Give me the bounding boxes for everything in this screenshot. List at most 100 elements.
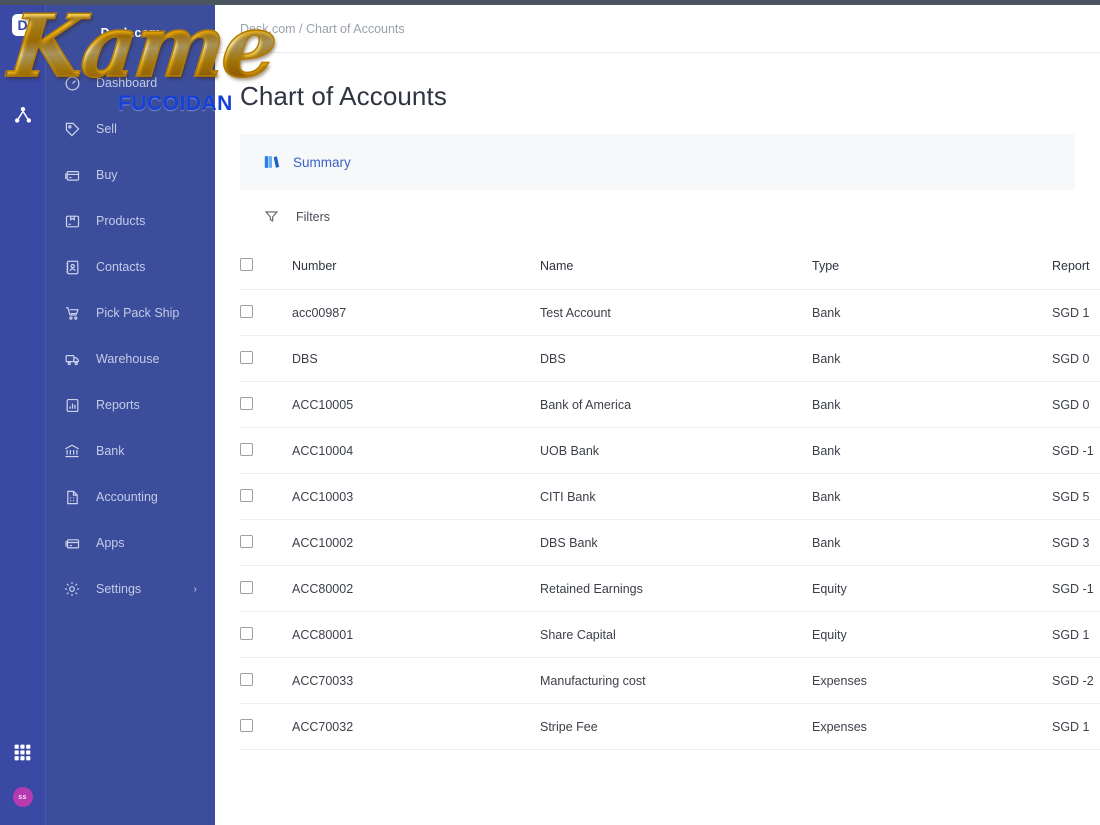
row-select-cell <box>240 289 292 336</box>
sidebar-item-buy[interactable]: Buy <box>46 152 215 198</box>
table-row[interactable]: ACC10005 Bank of America Bank SGD 0 <box>240 381 1100 428</box>
row-select-cell <box>240 519 292 566</box>
sidebar-item-sell[interactable]: Sell <box>46 106 215 152</box>
cell-type: Equity <box>812 611 1052 658</box>
table-row[interactable]: ACC10002 DBS Bank Bank SGD 3 <box>240 519 1100 566</box>
contacts-book-icon <box>61 256 83 278</box>
select-all-cell <box>240 243 292 290</box>
breadcrumb[interactable]: Desk.com / Chart of Accounts <box>240 22 405 36</box>
cell-type: Expenses <box>812 703 1052 750</box>
sidebar-item-label: Contacts <box>96 259 146 274</box>
funnel-icon[interactable] <box>262 208 280 226</box>
sidebar-item-dashboard[interactable]: Dashboard <box>46 60 215 106</box>
sidebar-item-label: Accounting <box>96 489 158 504</box>
row-checkbox[interactable] <box>240 626 253 640</box>
sidebar-item-label: Bank <box>96 443 125 458</box>
apps-icon <box>61 532 83 554</box>
cell-type: Bank <box>812 427 1052 474</box>
sidebar-item-warehouse[interactable]: Warehouse <box>46 336 215 382</box>
cell-report: SGD 0 <box>1052 335 1100 382</box>
cell-number: ACC10005 <box>292 381 540 428</box>
sidebar-item-products[interactable]: Products <box>46 198 215 244</box>
cell-number: ACC80001 <box>292 611 540 658</box>
cell-type: Bank <box>812 335 1052 382</box>
sidebar-item-label: Settings <box>96 581 142 596</box>
row-checkbox[interactable] <box>240 580 253 594</box>
cell-report: SGD -1 <box>1052 565 1100 612</box>
sidebar-item-pick-pack-ship[interactable]: Pick Pack Ship <box>46 290 215 336</box>
cell-type: Equity <box>812 565 1052 612</box>
column-header-name[interactable]: Name <box>540 243 812 290</box>
row-checkbox[interactable] <box>240 672 253 686</box>
sidebar-brand: Desk.com <box>100 26 161 40</box>
breadcrumb-bar: Desk.com / Chart of Accounts <box>215 5 1100 53</box>
cell-name: Stripe Fee <box>540 703 812 750</box>
row-checkbox[interactable] <box>240 442 253 456</box>
app-root: D ss Desk.com Dashboard Sell Buy Product… <box>0 0 1100 825</box>
avatar[interactable]: ss <box>12 787 33 807</box>
table-row[interactable]: ACC10003 CITI Bank Bank SGD 5 <box>240 473 1100 520</box>
warehouse-truck-icon <box>61 348 83 370</box>
summary-books-icon <box>262 152 282 172</box>
sidebar-item-accounting[interactable]: Accounting <box>46 474 215 520</box>
table-row[interactable]: ACC80002 Retained Earnings Equity SGD -1 <box>240 565 1100 612</box>
box-icon <box>61 210 83 232</box>
cell-report: SGD 1 <box>1052 611 1100 658</box>
sidebar-item-apps[interactable]: Apps <box>46 520 215 566</box>
cell-report: SGD -1 <box>1052 427 1100 474</box>
dashboard-icon <box>61 72 83 94</box>
cell-type: Bank <box>812 473 1052 520</box>
row-select-cell <box>240 565 292 612</box>
row-checkbox[interactable] <box>240 488 253 502</box>
sidebar-item-label: Pick Pack Ship <box>96 305 180 320</box>
cell-name: Test Account <box>540 289 812 336</box>
card-icon <box>61 164 83 186</box>
page-title: Chart of Accounts <box>240 81 447 111</box>
sidebar-item-reports[interactable]: Reports <box>46 382 215 428</box>
table-row[interactable]: ACC70032 Stripe Fee Expenses SGD 1 <box>240 703 1100 750</box>
sidebar-nav: Dashboard Sell Buy Products Contacts Pic… <box>46 60 215 612</box>
column-header-report[interactable]: Report <box>1052 243 1100 290</box>
row-select-cell <box>240 473 292 520</box>
home-icon[interactable] <box>10 56 36 82</box>
sidebar-item-settings[interactable]: Settings › <box>46 566 215 612</box>
table-row[interactable]: DBS DBS Bank SGD 0 <box>240 335 1100 382</box>
cell-report: SGD 1 <box>1052 289 1100 336</box>
cell-report: SGD 0 <box>1052 381 1100 428</box>
column-header-type[interactable]: Type <box>812 243 1052 290</box>
cell-name: Retained Earnings <box>540 565 812 612</box>
sidebar-item-contacts[interactable]: Contacts <box>46 244 215 290</box>
app-logo-badge[interactable]: D <box>11 14 34 36</box>
cell-number: acc00987 <box>292 289 540 336</box>
cell-name: Manufacturing cost <box>540 657 812 704</box>
row-checkbox[interactable] <box>240 718 253 732</box>
row-checkbox[interactable] <box>240 350 253 364</box>
row-checkbox[interactable] <box>240 304 253 318</box>
select-all-checkbox[interactable] <box>240 258 253 271</box>
cell-number: DBS <box>292 335 540 382</box>
cell-report: SGD 3 <box>1052 519 1100 566</box>
sitemap-icon[interactable] <box>10 102 36 128</box>
grid-apps-icon[interactable] <box>10 739 36 765</box>
accounts-table: Number Name Type Report acc00987 Test Ac… <box>240 243 1100 750</box>
main-content: Desk.com / Chart of Accounts Chart of Ac… <box>215 5 1100 825</box>
sidebar-item-label: Dashboard <box>96 75 158 90</box>
tab-summary[interactable]: Summary <box>262 152 351 172</box>
sidebar-item-label: Buy <box>96 167 118 182</box>
gear-icon <box>61 578 83 600</box>
tag-icon <box>61 118 83 140</box>
table-head: Number Name Type Report <box>240 243 1100 290</box>
table-row[interactable]: ACC70033 Manufacturing cost Expenses SGD… <box>240 657 1100 704</box>
cell-number: ACC80002 <box>292 565 540 612</box>
row-checkbox[interactable] <box>240 534 253 548</box>
filters-label[interactable]: Filters <box>296 210 330 224</box>
table-row[interactable]: ACC80001 Share Capital Equity SGD 1 <box>240 611 1100 658</box>
cell-number: ACC10002 <box>292 519 540 566</box>
sidebar-item-bank[interactable]: Bank <box>46 428 215 474</box>
cell-report: SGD 1 <box>1052 703 1100 750</box>
column-header-number[interactable]: Number <box>292 243 540 290</box>
table-row[interactable]: acc00987 Test Account Bank SGD 1 <box>240 289 1100 336</box>
row-checkbox[interactable] <box>240 396 253 410</box>
table-row[interactable]: ACC10004 UOB Bank Bank SGD -1 <box>240 427 1100 474</box>
tab-label: Summary <box>293 154 351 170</box>
